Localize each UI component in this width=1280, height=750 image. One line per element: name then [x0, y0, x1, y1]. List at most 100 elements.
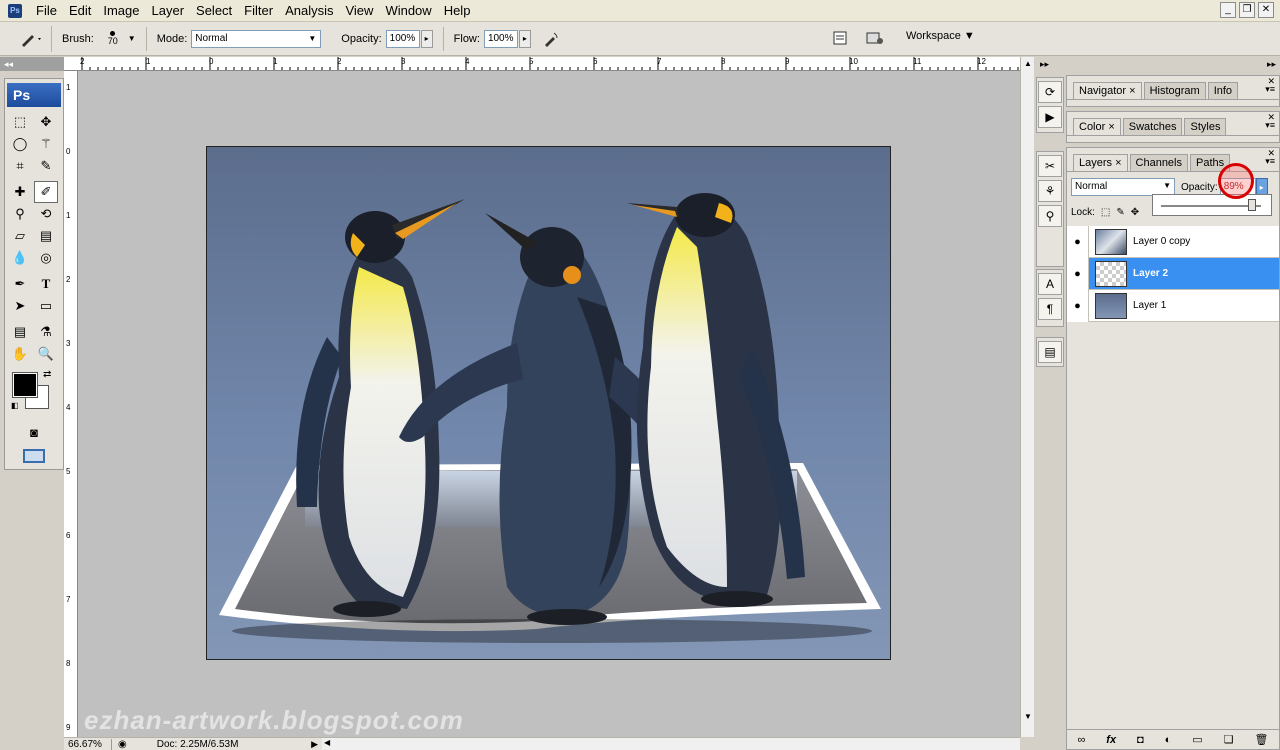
tab-swatches[interactable]: Swatches: [1122, 118, 1183, 135]
tab-styles[interactable]: Styles: [1184, 118, 1227, 135]
scroll-left-icon[interactable]: ◀: [324, 738, 330, 747]
menu-window[interactable]: Window: [379, 0, 437, 22]
menu-view[interactable]: View: [339, 0, 379, 22]
dock-collapse-icon[interactable]: ▸▸: [1040, 59, 1049, 70]
panel-menu-icon[interactable]: ▾≡: [1265, 120, 1275, 131]
brush-dropdown-icon[interactable]: ▼: [128, 34, 136, 43]
menu-edit[interactable]: Edit: [63, 0, 97, 22]
menu-help[interactable]: Help: [438, 0, 477, 22]
clone-source-icon[interactable]: ⚲: [1038, 205, 1062, 227]
shape-tool[interactable]: ▭: [34, 295, 58, 317]
gradient-tool[interactable]: ▤: [34, 225, 58, 247]
eyedropper-tool[interactable]: ⚗: [34, 321, 58, 343]
opacity-slider-popup[interactable]: [1152, 194, 1272, 216]
panels-collapse-icon[interactable]: ▸▸: [1267, 59, 1276, 70]
pen-tool[interactable]: ✒: [8, 273, 32, 295]
scroll-up-icon[interactable]: ▲: [1024, 59, 1032, 68]
menu-analysis[interactable]: Analysis: [279, 0, 339, 22]
tab-info[interactable]: Info: [1207, 82, 1239, 99]
brush-picker[interactable]: 70: [98, 26, 128, 52]
clone-stamp-tool[interactable]: ⚲: [8, 203, 32, 225]
restore-button[interactable]: ❐: [1239, 2, 1255, 18]
quick-mask-toggle[interactable]: ◙: [21, 421, 47, 443]
tab-channels[interactable]: Channels: [1129, 154, 1188, 171]
menu-image[interactable]: Image: [97, 0, 145, 22]
lasso-tool[interactable]: ◯: [8, 133, 32, 155]
menu-file[interactable]: File: [30, 0, 63, 22]
mode-select[interactable]: Normal ▼: [191, 29, 322, 48]
airbrush-toggle[interactable]: [541, 29, 561, 49]
brush-tool[interactable]: ✐: [34, 181, 58, 203]
opacity-slider-track[interactable]: [1161, 205, 1261, 207]
layer-row[interactable]: ● Layer 1: [1067, 289, 1279, 322]
vertical-scrollbar[interactable]: ▲ ▼: [1020, 57, 1034, 737]
paragraph-icon[interactable]: ¶: [1038, 298, 1062, 320]
blur-tool[interactable]: 💧: [8, 247, 32, 269]
link-layers-icon[interactable]: ∞: [1077, 734, 1085, 746]
tab-histogram[interactable]: Histogram: [1143, 82, 1206, 99]
tab-color[interactable]: Color ×: [1073, 118, 1121, 135]
foreground-color-swatch[interactable]: [12, 372, 38, 398]
toolbox-header[interactable]: ◂◂: [0, 57, 64, 71]
tab-navigator[interactable]: Navigator ×: [1073, 82, 1142, 99]
status-menu-icon[interactable]: ▶: [311, 739, 318, 750]
screen-mode-toggle[interactable]: [19, 445, 49, 467]
opacity-slider-thumb[interactable]: [1248, 199, 1256, 211]
eye-icon[interactable]: ●: [1067, 257, 1089, 290]
lock-position-icon[interactable]: ✥: [1131, 207, 1139, 218]
character-icon[interactable]: A: [1038, 273, 1062, 295]
status-icon[interactable]: ◉: [118, 739, 127, 750]
flow-slider-button[interactable]: ▸: [518, 29, 531, 48]
magic-wand-tool[interactable]: ⚚: [34, 133, 58, 155]
layer-row[interactable]: ● Layer 2: [1067, 257, 1279, 290]
minimize-button[interactable]: _: [1220, 2, 1236, 18]
type-tool[interactable]: T: [34, 273, 58, 295]
file-browser-button[interactable]: [830, 28, 850, 48]
opacity-slider-button[interactable]: ▸: [420, 29, 433, 48]
document-canvas[interactable]: [206, 146, 891, 660]
flow-input[interactable]: 100%: [483, 29, 518, 48]
layer-comps-icon[interactable]: ▤: [1038, 341, 1062, 363]
move-tool[interactable]: ✥: [34, 111, 58, 133]
panel-menu-icon[interactable]: ▾≡: [1265, 84, 1275, 95]
close-button[interactable]: ✕: [1258, 2, 1274, 18]
lock-transparency-icon[interactable]: ⬚: [1101, 207, 1110, 218]
zoom-level[interactable]: 66.67%: [64, 738, 112, 750]
notes-tool[interactable]: ▤: [8, 321, 32, 343]
eye-icon[interactable]: ●: [1067, 289, 1089, 322]
hand-tool[interactable]: ✋: [8, 343, 32, 365]
tab-layers[interactable]: Layers ×: [1073, 154, 1128, 171]
menu-filter[interactable]: Filter: [238, 0, 279, 22]
new-group-icon[interactable]: ▭: [1192, 733, 1202, 746]
layer-style-icon[interactable]: fx: [1106, 734, 1116, 746]
brushes-icon[interactable]: ⚘: [1038, 180, 1062, 202]
eraser-tool[interactable]: ▱: [8, 225, 32, 247]
new-layer-icon[interactable]: ❏: [1224, 733, 1234, 746]
tab-paths[interactable]: Paths: [1190, 154, 1231, 171]
tool-preset-picker[interactable]: [10, 25, 52, 52]
crop-tool[interactable]: ⌗: [8, 155, 32, 177]
workspace-menu[interactable]: Workspace ▼: [906, 30, 975, 42]
opacity-input[interactable]: 100%: [385, 29, 420, 48]
swap-colors-icon[interactable]: ⇄: [43, 369, 51, 380]
history-brush-tool[interactable]: ⟲: [34, 203, 58, 225]
zoom-tool[interactable]: 🔍: [34, 343, 58, 365]
tool-presets-icon[interactable]: ✂: [1038, 155, 1062, 177]
path-selection-tool[interactable]: ➤: [8, 295, 32, 317]
history-icon[interactable]: ⟳: [1038, 81, 1062, 103]
bridge-button[interactable]: [864, 28, 884, 48]
lock-pixels-icon[interactable]: ✎: [1116, 207, 1124, 218]
dodge-tool[interactable]: ◎: [34, 247, 58, 269]
horizontal-scrollbar[interactable]: ◀: [322, 737, 1020, 750]
marquee-tool[interactable]: ⬚: [8, 111, 32, 133]
layer-mask-icon[interactable]: ◘: [1137, 734, 1144, 746]
menu-layer[interactable]: Layer: [146, 0, 191, 22]
layer-row[interactable]: ● Layer 0 copy: [1067, 225, 1279, 258]
adjustment-layer-icon[interactable]: ◐: [1165, 734, 1172, 746]
default-colors-icon[interactable]: ◧: [11, 401, 19, 410]
canvas-area[interactable]: ezhan-artwork.blogspot.com: [78, 71, 1020, 737]
scroll-down-icon[interactable]: ▼: [1024, 712, 1032, 721]
actions-icon[interactable]: ▶: [1038, 106, 1062, 128]
trash-icon[interactable]: 🗑: [1255, 733, 1269, 746]
healing-brush-tool[interactable]: ✚: [8, 181, 32, 203]
